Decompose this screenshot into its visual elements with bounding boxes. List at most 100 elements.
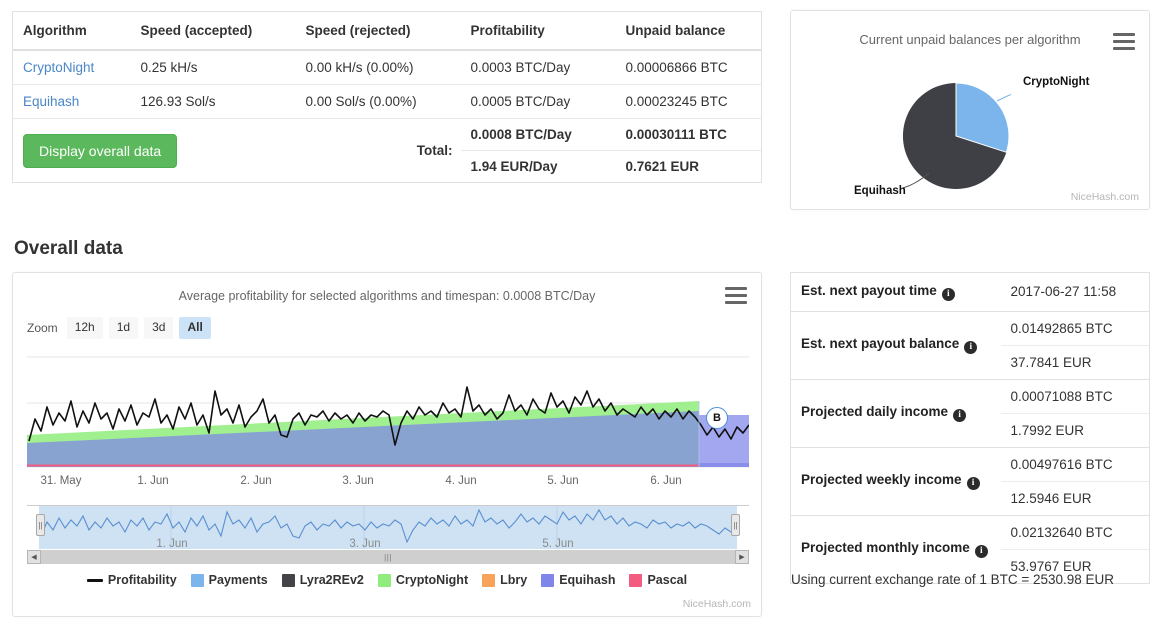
- cell-profitability: 0.0003 BTC/Day: [470, 60, 571, 75]
- cell-speed-rejected: 0.00 kH/s (0.00%): [305, 60, 414, 75]
- legend-swatch-icon: [190, 573, 204, 587]
- total-unpaid-eur: 0.7621 EUR: [615, 150, 761, 182]
- payout-value: 2017-06-27 11:58: [1010, 284, 1117, 300]
- zoom-button-12h[interactable]: 12h: [66, 317, 103, 339]
- caret-right-icon[interactable]: ▶: [734, 550, 749, 564]
- profitability-chart-card: Average profitability for selected algor…: [12, 272, 762, 617]
- table-header-row: Algorithm Speed (accepted) Speed (reject…: [12, 11, 762, 51]
- legend-label: Lbry: [500, 573, 528, 587]
- navigator-handle-left[interactable]: ||: [36, 514, 45, 536]
- payout-value-eur: 37.7841 EUR: [1000, 344, 1149, 379]
- legend-item-payments[interactable]: Payments: [190, 573, 268, 587]
- payout-label: Projected weekly income i: [790, 446, 1001, 515]
- col-header-algorithm: Algorithm: [12, 11, 131, 51]
- navigator-tick-label: 3. Jun: [349, 538, 381, 550]
- display-overall-data-button[interactable]: Display overall data: [23, 133, 178, 168]
- legend-item-lbry[interactable]: Lbry: [482, 573, 527, 587]
- caret-left-icon[interactable]: ◀: [27, 550, 41, 564]
- col-header-speed-rejected: Speed (rejected): [295, 11, 461, 51]
- chart-plot-svg: [27, 356, 749, 468]
- hamburger-menu-icon[interactable]: [1113, 33, 1135, 50]
- table-row: Equihash 126.93 Sol/s 0.00 Sol/s (0.00%)…: [12, 84, 762, 119]
- algorithm-link-equihash[interactable]: Equihash: [23, 94, 79, 109]
- payout-value-eur: 12.5946 EUR: [1000, 480, 1149, 515]
- legend-swatch-icon: [482, 573, 496, 587]
- info-icon[interactable]: i: [941, 287, 955, 301]
- total-unpaid-btc: 0.00030111 BTC: [625, 127, 727, 142]
- legend-label: Profitability: [107, 573, 177, 587]
- info-icon[interactable]: i: [974, 544, 988, 558]
- navigator-series-svg: [40, 506, 738, 549]
- table-row: CryptoNight 0.25 kH/s 0.00 kH/s (0.00%) …: [13, 50, 762, 85]
- exchange-rate-note: Using current exchange rate of 1 BTC = 2…: [791, 572, 1115, 587]
- payout-label: Projected daily income i: [790, 378, 1001, 447]
- pie-label-cryptonight: CryptoNight: [1023, 76, 1090, 88]
- total-label: Total:: [295, 118, 461, 183]
- algorithm-link-cryptonight[interactable]: CryptoNight: [23, 60, 94, 75]
- chart-navigator[interactable]: || || 1. Jun 3. Jun 5. Jun ◀ ||| ▶: [27, 505, 749, 564]
- legend-item-equihash[interactable]: Equihash: [541, 573, 615, 587]
- payout-info-panel: Est. next payout time i 2017-06-27 11:58 …: [790, 272, 1150, 584]
- payout-label-text: Projected daily income: [801, 404, 949, 420]
- payout-value-stack: 0.01492865 BTC 37.7841 EUR: [1000, 310, 1150, 379]
- col-header-profitability: Profitability: [460, 11, 616, 51]
- cell-speed-accepted: 0.25 kH/s: [140, 60, 198, 75]
- chart-scrollbar[interactable]: ◀ ||| ▶: [27, 550, 749, 564]
- navigator-handle-right[interactable]: ||: [731, 514, 740, 536]
- info-icon[interactable]: i: [953, 408, 967, 422]
- legend-swatch-icon: [629, 573, 643, 587]
- unpaid-balances-pie-card: Current unpaid balances per algorithm Cr…: [790, 10, 1150, 210]
- payout-label-text: Est. next payout balance: [801, 336, 960, 352]
- cell-profitability: 0.0005 BTC/Day: [460, 84, 616, 119]
- legend-swatch-icon: [541, 573, 555, 587]
- legend-label: CryptoNight: [395, 573, 469, 587]
- legend-item-profitability[interactable]: Profitability: [86, 573, 177, 587]
- payout-label-text: Est. next payout time: [801, 283, 937, 298]
- x-tick-label: 5. Jun: [547, 475, 579, 487]
- legend-item-cryptonight[interactable]: CryptoNight: [377, 573, 469, 587]
- zoom-label: Zoom: [27, 320, 58, 335]
- x-tick-label: 2. Jun: [240, 475, 272, 487]
- pie-chart-title: Current unpaid balances per algorithm: [859, 32, 1081, 47]
- cell-display-overall-button: Display overall data: [12, 118, 296, 183]
- navigator-tick-label: 5. Jun: [542, 538, 574, 550]
- chart-flag-marker[interactable]: B: [706, 407, 728, 429]
- x-tick-label: 3. Jun: [342, 475, 374, 487]
- info-icon[interactable]: i: [966, 476, 980, 490]
- zoom-button-all[interactable]: All: [179, 317, 211, 339]
- info-icon[interactable]: i: [964, 340, 978, 354]
- total-profitability-eur: 1.94 EUR/Day: [460, 150, 616, 182]
- chart-plot-area[interactable]: B: [27, 353, 749, 473]
- payout-value-btc: 0.00071088 BTC: [1010, 388, 1113, 404]
- hamburger-menu-icon[interactable]: [725, 287, 747, 304]
- cell-speed-rejected: 0.00 Sol/s (0.00%): [295, 84, 461, 119]
- payout-label: Est. next payout balance i: [790, 310, 1001, 379]
- legend-item-lyra2rev2[interactable]: Lyra2REv2: [281, 573, 364, 587]
- zoom-button-1d[interactable]: 1d: [108, 317, 139, 339]
- series-area-equihash-tail: [699, 463, 749, 467]
- payout-value-btc: 0.01492865 BTC: [1010, 320, 1113, 336]
- zoom-button-3d[interactable]: 3d: [144, 317, 174, 339]
- x-tick-label: 31. May: [40, 475, 82, 487]
- payout-value-btc: 0.00497616 BTC: [1010, 456, 1113, 472]
- legend-label: Payments: [208, 573, 268, 587]
- payout-label-text: Projected monthly income: [801, 540, 970, 556]
- legend-line-icon: [86, 578, 103, 582]
- page-title: Overall data: [14, 238, 123, 259]
- scrollbar-grip[interactable]: |||: [384, 553, 392, 562]
- legend-swatch-icon: [281, 573, 295, 587]
- payout-row-daily-income: Projected daily income i 0.00071088 BTC 1…: [790, 378, 1150, 447]
- page-root: Algorithm Speed (accepted) Speed (reject…: [0, 0, 1162, 627]
- legend-item-pascal[interactable]: Pascal: [629, 573, 687, 587]
- algorithm-table: Algorithm Speed (accepted) Speed (reject…: [12, 11, 762, 183]
- payout-row-weekly-income: Projected weekly income i 0.00497616 BTC …: [790, 446, 1150, 515]
- zoom-range-selector: Zoom 12h 1d 3d All: [27, 317, 211, 339]
- payout-value-stack: 0.00071088 BTC 1.7992 EUR: [1000, 378, 1150, 447]
- cell-total-profitability: 0.0008 BTC/Day 1.94 EUR/Day: [460, 118, 616, 183]
- cell-total-unpaid: 0.00030111 BTC 0.7621 EUR: [615, 118, 762, 183]
- legend-label: Equihash: [559, 573, 616, 587]
- algorithm-table-panel: Algorithm Speed (accepted) Speed (reject…: [12, 11, 762, 183]
- pie-chart: [901, 81, 1020, 191]
- pie-chart-svg: [902, 82, 1020, 189]
- cell-speed-accepted: 126.93 Sol/s: [130, 84, 296, 119]
